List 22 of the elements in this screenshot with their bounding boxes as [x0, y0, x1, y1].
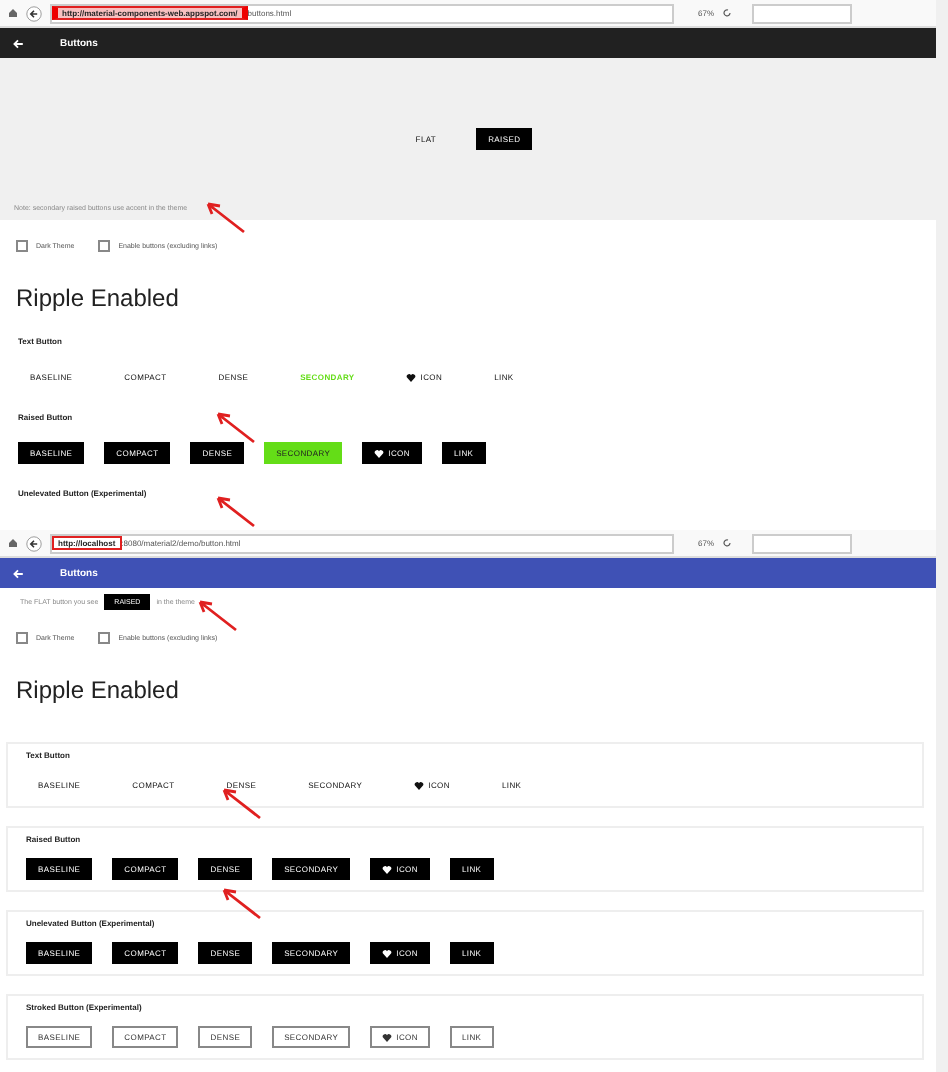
back-icon[interactable] [26, 535, 42, 551]
heart-icon [374, 449, 385, 457]
back-icon[interactable] [26, 5, 42, 21]
search-field[interactable] [752, 3, 853, 23]
reload-icon[interactable] [722, 538, 733, 548]
checkbox[interactable] [16, 632, 28, 644]
page-heading: Ripple Enabled [16, 676, 181, 704]
reload-icon[interactable] [722, 8, 733, 18]
heart-icon [414, 781, 425, 789]
heart-icon [406, 373, 417, 381]
home-icon[interactable] [8, 538, 18, 548]
checkbox[interactable] [98, 632, 111, 644]
back-arrow-icon[interactable] [12, 37, 24, 49]
checkbox[interactable] [98, 240, 111, 252]
heart-icon [382, 949, 393, 957]
back-arrow-icon[interactable] [12, 567, 24, 579]
search-field[interactable] [752, 533, 853, 553]
page-heading: Ripple Enabled [16, 284, 181, 312]
checkbox[interactable] [16, 240, 28, 252]
heart-icon [382, 1033, 393, 1041]
home-icon[interactable] [8, 8, 18, 18]
heart-icon [382, 865, 393, 873]
